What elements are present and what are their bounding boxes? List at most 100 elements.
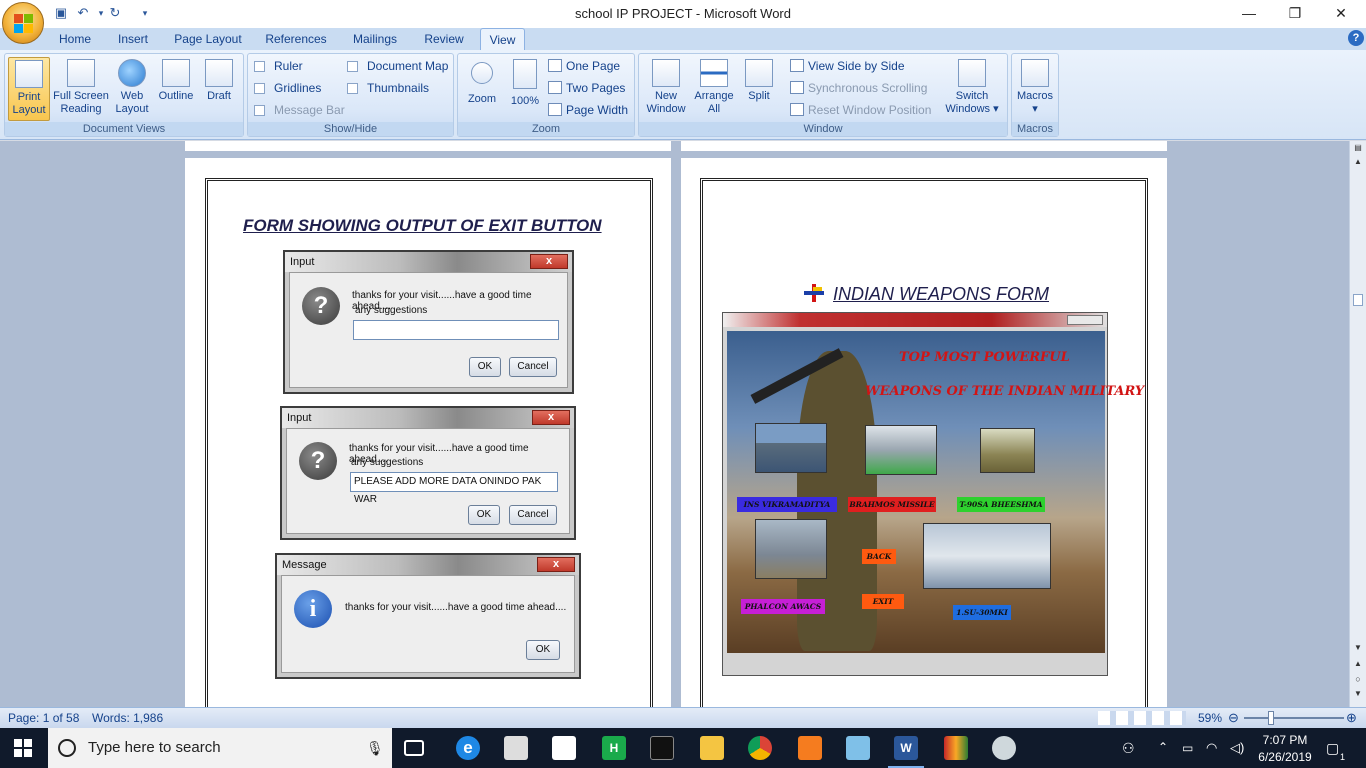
zoom-slider[interactable] [1244, 717, 1344, 719]
document-map-checkbox[interactable]: Document Map [347, 57, 448, 75]
suggestion-input[interactable]: PLEASE ADD MORE DATA ONINDO PAK WAR [350, 472, 558, 505]
task-view-icon[interactable] [404, 740, 424, 756]
split-button[interactable]: Split [739, 57, 779, 121]
tab-view[interactable]: View [480, 28, 525, 50]
tab-home[interactable]: Home [50, 28, 100, 50]
view-shortcuts-icon[interactable] [1098, 711, 1186, 725]
aircraft-carrier-image[interactable] [755, 423, 827, 473]
customize-qat-icon[interactable]: ▾ [136, 5, 154, 21]
print-layout-button[interactable]: Print Layout [8, 57, 50, 121]
tab-page-layout[interactable]: Page Layout [168, 28, 248, 50]
cancel-button[interactable]: Cancel [509, 357, 557, 377]
people-icon[interactable]: ⚇ [1122, 740, 1135, 757]
zoom-button[interactable]: Zoom [461, 57, 503, 121]
zoom-in-icon[interactable]: ⊕ [1346, 710, 1357, 726]
dialog-close-button[interactable]: x [532, 410, 570, 425]
ruler-checkbox[interactable]: Ruler [254, 57, 303, 75]
label-phalcon[interactable]: PHALCON AWACS [741, 599, 825, 614]
undo-icon[interactable]: ↶ [74, 5, 92, 21]
mail-icon[interactable] [552, 736, 576, 760]
clock-time[interactable]: 7:07 PM [1255, 733, 1315, 747]
vertical-scrollbar[interactable]: ▤ ▲ ▼ ▲ ○ ▼ [1349, 141, 1366, 707]
ok-button[interactable]: OK [468, 505, 500, 525]
microphone-icon[interactable]: 🎙 [366, 728, 384, 768]
clock-date[interactable]: 6/26/2019 [1250, 750, 1320, 764]
xampp-icon[interactable] [798, 736, 822, 760]
exit-button[interactable]: EXIT [862, 594, 904, 609]
scroll-up-arrow-icon[interactable]: ▲ [1353, 157, 1363, 166]
brahmos-missile-image[interactable] [865, 425, 937, 475]
back-button[interactable]: BACK [862, 549, 896, 564]
draft-button[interactable]: Draft [200, 57, 238, 121]
web-layout-button[interactable]: Web Layout [112, 57, 152, 121]
tray-chevron-icon[interactable]: ⌃ [1158, 740, 1168, 754]
battery-icon[interactable]: ▭ [1182, 741, 1193, 755]
view-side-by-side-button[interactable]: View Side by Side [790, 57, 905, 75]
new-window-button[interactable]: New Window [643, 57, 689, 121]
outline-button[interactable]: Outline [154, 57, 198, 121]
ruler-label: Ruler [274, 59, 303, 73]
help-icon[interactable]: ? [1348, 30, 1364, 46]
label-su30[interactable]: 1.SU-30MKI [953, 605, 1011, 620]
tab-mailings[interactable]: Mailings [344, 28, 406, 50]
word-count[interactable]: Words: 1,986 [92, 711, 163, 725]
gridlines-checkbox[interactable]: Gridlines [254, 79, 321, 97]
file-explorer-icon[interactable] [700, 736, 724, 760]
macros-button[interactable]: Macros ▾ [1014, 57, 1056, 121]
one-page-button[interactable]: One Page [548, 57, 620, 75]
ruler-toggle-icon[interactable]: ▤ [1352, 143, 1364, 153]
zoom-level[interactable]: 59% [1198, 711, 1222, 725]
label-bheeshma[interactable]: T-90SA BHEESHMA [957, 497, 1045, 512]
save-icon[interactable]: ▣ [52, 5, 70, 21]
arrange-all-button[interactable]: Arrange All [691, 57, 737, 121]
zoom-slider-thumb[interactable] [1268, 711, 1274, 725]
suggestion-input[interactable] [353, 320, 559, 340]
minimize-button[interactable]: — [1226, 0, 1272, 28]
cancel-button[interactable]: Cancel [509, 505, 557, 525]
switch-windows-button[interactable]: Switch Windows ▾ [941, 57, 1003, 121]
word-taskbar-icon[interactable]: W [894, 736, 918, 760]
previous-page-icon[interactable]: ▲ [1353, 659, 1363, 668]
zoom-100-button[interactable]: 100% [504, 57, 546, 121]
close-button[interactable]: ✕ [1318, 0, 1364, 28]
dialog-close-button[interactable]: x [537, 557, 575, 572]
tab-insert[interactable]: Insert [108, 28, 158, 50]
winrar-icon[interactable] [944, 736, 968, 760]
two-pages-button[interactable]: Two Pages [548, 79, 625, 97]
chrome-icon[interactable] [748, 736, 772, 760]
next-page-icon[interactable]: ▼ [1353, 689, 1363, 698]
action-center-icon[interactable]: ▢ [1326, 740, 1339, 757]
scroll-thumb[interactable] [1353, 294, 1363, 306]
page-width-button[interactable]: Page Width [548, 101, 628, 119]
wifi-icon[interactable]: ◠ [1206, 740, 1217, 756]
store-icon[interactable] [504, 736, 528, 760]
paint-icon[interactable] [992, 736, 1016, 760]
browse-object-icon[interactable]: ○ [1353, 674, 1363, 684]
volume-icon[interactable]: ◁) [1230, 740, 1244, 756]
thumbnails-checkbox[interactable]: Thumbnails [347, 79, 429, 97]
dialog-close-button[interactable]: x [530, 254, 568, 269]
restore-button[interactable]: ❐ [1272, 0, 1318, 28]
ok-button[interactable]: OK [526, 640, 560, 660]
awacs-image[interactable] [755, 519, 827, 579]
edge-icon[interactable]: e [456, 736, 480, 760]
full-screen-reading-button[interactable]: Full Screen Reading [52, 57, 110, 121]
page-count[interactable]: Page: 1 of 58 [8, 711, 79, 725]
taskbar-search-box[interactable]: Type here to search 🎙 [48, 728, 392, 768]
windows-start-icon[interactable] [14, 739, 32, 757]
hackerrank-icon[interactable]: H [602, 736, 626, 760]
zoom-out-icon[interactable]: ⊖ [1228, 710, 1239, 726]
office-button[interactable] [2, 2, 44, 44]
ok-button[interactable]: OK [469, 357, 501, 377]
label-vikramaditya[interactable]: INS VIKRAMADITYA [737, 497, 837, 512]
tab-references[interactable]: References [260, 28, 332, 50]
soldier-background-image: TOP MOST POWERFUL WEAPONS OF THE INDIAN … [727, 331, 1144, 653]
label-brahmos[interactable]: BRAHMOS MISSILE [848, 497, 936, 512]
app-icon[interactable] [846, 736, 870, 760]
scroll-down-arrow-icon[interactable]: ▼ [1353, 643, 1363, 652]
su30-jet-image[interactable] [923, 523, 1051, 589]
redo-icon[interactable]: ↻ [106, 5, 124, 21]
command-prompt-icon[interactable] [650, 736, 674, 760]
tab-review[interactable]: Review [418, 28, 470, 50]
tank-image[interactable] [980, 428, 1035, 473]
